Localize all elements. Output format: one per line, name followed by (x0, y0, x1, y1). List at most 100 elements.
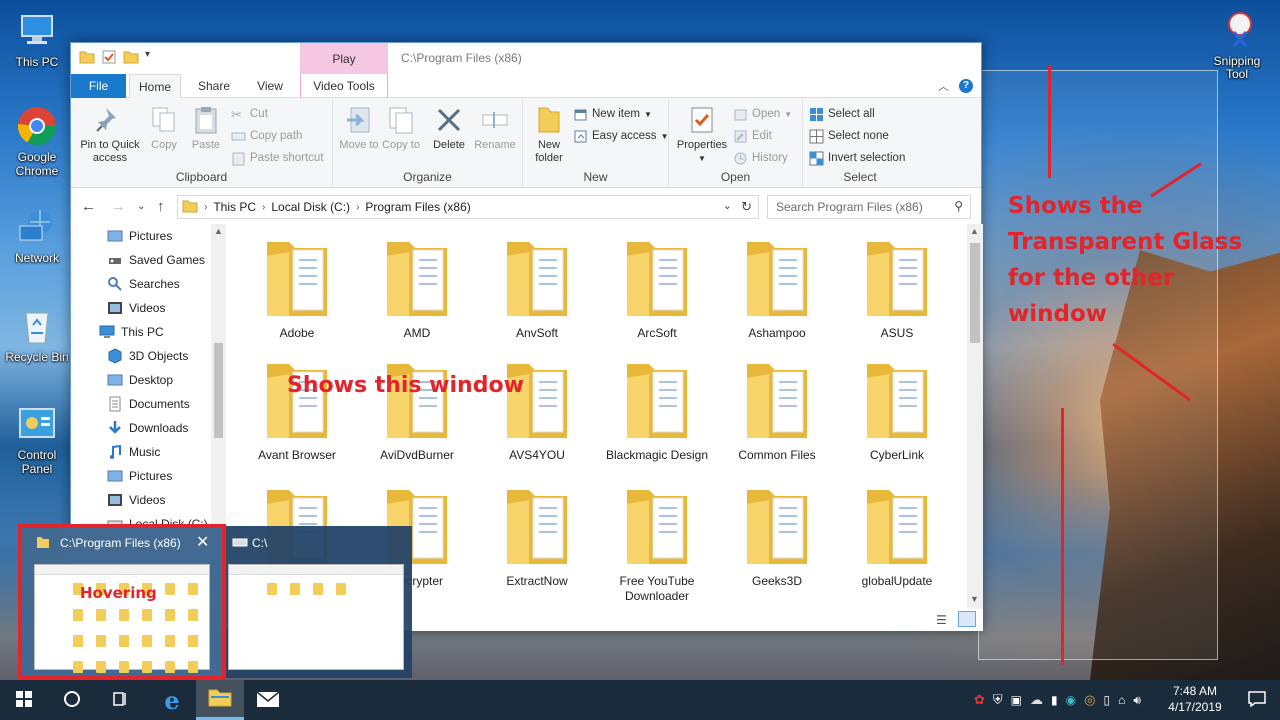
search-button[interactable] (48, 680, 96, 720)
paste-button[interactable]: Paste (187, 104, 225, 152)
folder-item[interactable]: ASUS (842, 236, 952, 341)
select-none-button[interactable]: Select none (809, 126, 889, 146)
folder-item[interactable]: ExtractNow (482, 484, 592, 589)
nav-scroll-up-icon[interactable]: ▲ (214, 226, 223, 236)
tab-file[interactable]: File (71, 74, 126, 98)
action-center-button[interactable] (1234, 680, 1280, 720)
desktop-icon-recycle-bin[interactable]: Recycle Bin (2, 305, 72, 364)
folder-item[interactable]: AnvSoft (482, 236, 592, 341)
easy-access-button[interactable]: Easy access ▼ (573, 126, 668, 146)
breadcrumb-local-disk[interactable]: Local Disk (C:) (271, 200, 350, 214)
content-scroll-down-icon[interactable]: ▼ (970, 594, 979, 604)
history-button[interactable]: History (733, 148, 788, 168)
details-view-icon[interactable]: ☰ (936, 613, 947, 627)
content-scroll-up-icon[interactable]: ▲ (970, 226, 979, 236)
tab-video-tools[interactable]: Video Tools (300, 74, 388, 98)
folder-item[interactable]: Adobe (242, 236, 352, 341)
taskbar-mail[interactable] (244, 680, 292, 720)
address-dropdown-icon[interactable]: ⌄ (723, 199, 732, 212)
properties-check-icon[interactable] (101, 49, 117, 65)
folder-item[interactable]: globalUpdate (842, 484, 952, 589)
recent-locations-chevron-icon[interactable]: ⌄ (137, 201, 145, 212)
folder-item[interactable]: Free YouTube Downloader (602, 484, 712, 604)
paste-shortcut-button[interactable]: Paste shortcut (231, 148, 324, 168)
address-bar[interactable]: › This PC › Local Disk (C:) › Program Fi… (177, 195, 759, 219)
properties-button[interactable]: Properties ▼ (673, 104, 731, 165)
taskbar-edge[interactable]: e (148, 680, 196, 720)
nav-item[interactable]: 3D Objects (107, 345, 188, 367)
clock[interactable]: 7:48 AM 4/17/2019 (1160, 683, 1230, 715)
breadcrumb-program-files[interactable]: Program Files (x86) (365, 200, 470, 214)
edit-button[interactable]: Edit (733, 126, 772, 146)
help-icon[interactable]: ? (959, 79, 973, 93)
customize-qat-icon[interactable]: ▾ (145, 49, 161, 65)
tray-colored-icon[interactable]: ◎ (1084, 692, 1095, 708)
delete-button[interactable]: Delete (429, 104, 469, 152)
new-folder-button[interactable]: New folder (529, 104, 569, 165)
folder-item[interactable]: AMD (362, 236, 472, 341)
folder-item[interactable]: Blackmagic Design (602, 358, 712, 463)
desktop-icon-control-panel[interactable]: Control Panel (2, 403, 72, 476)
folder-item[interactable]: ArcSoft (602, 236, 712, 341)
task-view-button[interactable] (96, 680, 144, 720)
refresh-icon[interactable]: ↻ (741, 199, 752, 215)
invert-selection-button[interactable]: Invert selection (809, 148, 905, 168)
forward-arrow-icon[interactable]: → (111, 198, 126, 215)
close-icon[interactable]: ✕ (196, 532, 209, 552)
folder-item[interactable]: Geeks3D (722, 484, 832, 589)
desktop-icon-network[interactable]: Network (2, 206, 72, 265)
nav-item[interactable]: Pictures (107, 465, 172, 487)
breadcrumb-this-pc[interactable]: This PC (213, 200, 256, 214)
nav-item[interactable]: Downloads (107, 417, 188, 439)
start-button[interactable] (0, 680, 48, 720)
nav-item[interactable]: Saved Games (107, 249, 205, 271)
folder-item[interactable]: Common Files (722, 358, 832, 463)
usb-eject-icon[interactable]: ▯ (1103, 693, 1110, 707)
nav-item[interactable]: Documents (107, 393, 190, 415)
folder-item[interactable]: Ashampoo (722, 236, 832, 341)
folder-icon[interactable] (79, 49, 95, 65)
pin-to-quick-access-button[interactable]: Pin to Quick access (77, 104, 143, 165)
tab-view[interactable]: View (247, 74, 293, 98)
tray-app-icon[interactable]: ✿ (974, 692, 985, 708)
search-input[interactable]: Search Program Files (x86) ⚲ (767, 195, 971, 219)
nav-item[interactable]: Desktop (107, 369, 173, 391)
back-arrow-icon[interactable]: ← (81, 198, 96, 215)
nav-item[interactable]: Pictures (107, 225, 172, 247)
desktop-icon-google-chrome[interactable]: Google Chrome (2, 105, 72, 178)
collapse-ribbon-icon[interactable]: ︿ (938, 78, 949, 94)
rename-button[interactable]: Rename (473, 104, 517, 152)
content-scrollbar-thumb[interactable] (970, 243, 980, 343)
copy-path-button[interactable]: Copy path (231, 126, 302, 146)
desktop-icon-this-pc[interactable]: This PC (2, 10, 72, 69)
taskbar-file-explorer[interactable] (196, 680, 244, 720)
battery-icon[interactable]: ▮ (1051, 693, 1058, 707)
copy-button[interactable]: Copy (145, 104, 183, 152)
open-button[interactable]: Open ▼ (733, 104, 792, 124)
nav-item[interactable]: Searches (107, 273, 180, 295)
shield-icon[interactable]: ⛨ (993, 692, 1003, 708)
wifi-network-icon[interactable]: ⌂ (1118, 693, 1125, 707)
nav-scrollbar-thumb[interactable] (214, 343, 223, 438)
large-icons-view-icon[interactable] (958, 611, 976, 627)
thumbnail-c-drive[interactable]: C:\ (224, 526, 412, 678)
nav-item[interactable]: Videos (107, 489, 165, 511)
move-to-button[interactable]: Move to (339, 104, 379, 152)
up-arrow-icon[interactable]: ↑ (157, 198, 165, 215)
onedrive-cloud-icon[interactable]: ☁ (1030, 692, 1043, 708)
tab-home[interactable]: Home (129, 74, 181, 99)
select-all-button[interactable]: Select all (809, 104, 875, 124)
nav-item[interactable]: This PC (99, 321, 164, 343)
nav-item[interactable]: Music (107, 441, 160, 463)
new-item-button[interactable]: New item ▼ (573, 104, 652, 124)
tab-share[interactable]: Share (189, 74, 239, 98)
copy-to-button[interactable]: Copy to (381, 104, 421, 152)
cut-button[interactable]: ✂ Cut (231, 104, 268, 124)
folder-item[interactable]: CyberLink (842, 358, 952, 463)
nav-item[interactable]: Videos (107, 297, 165, 319)
thumbnail-program-files[interactable]: C:\Program Files (x86) ✕ Hovering (18, 524, 226, 680)
network-icon[interactable]: ▣ (1011, 693, 1022, 707)
tray-update-icon[interactable]: ◉ (1066, 693, 1076, 707)
new-folder-icon[interactable] (123, 49, 139, 65)
volume-icon[interactable]: 🔊︎ (1133, 693, 1141, 708)
